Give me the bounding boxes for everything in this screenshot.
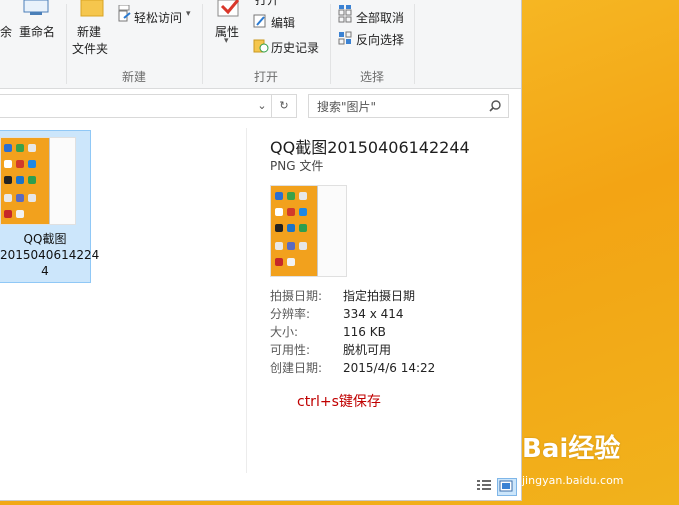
explorer-window: 余 重命名 新建 文件夹 轻松访问 ▾ 新建 属性 ▾ 打开 编辑 历史记录 打… — [0, 0, 522, 501]
file-thumbnail — [0, 137, 76, 225]
search-box[interactable]: 搜索"图片" — [308, 94, 509, 118]
details-view-button[interactable] — [476, 478, 494, 494]
delete-button[interactable]: 余 — [0, 23, 12, 40]
watermark-url: jingyan.baidu.com — [522, 474, 624, 487]
preview-divider — [246, 128, 247, 473]
chevron-down-icon[interactable]: ▾ — [186, 9, 191, 19]
search-icon[interactable] — [489, 100, 501, 112]
open-button[interactable]: 打开 — [255, 0, 279, 8]
rename-icon — [22, 0, 50, 19]
easy-access-icon — [118, 9, 132, 26]
preview-file-type: PNG 文件 — [270, 159, 324, 173]
large-icons-view-icon — [499, 480, 513, 492]
easy-access-button[interactable]: 轻松访问 — [134, 9, 182, 26]
properties-icon — [216, 0, 242, 23]
file-name: QQ截图 2015040614224 4 — [0, 232, 100, 278]
edit-icon — [253, 14, 267, 31]
new-folder-icon — [79, 0, 105, 21]
chevron-down-icon: ⌄ — [257, 99, 267, 112]
details-view-icon — [477, 480, 491, 490]
search-input[interactable]: 搜索"图片" — [317, 98, 376, 115]
group-new-label: 新建 — [121, 70, 146, 84]
preview-title: QQ截图20150406142244 — [270, 138, 470, 157]
ribbon-separator — [414, 4, 415, 84]
ribbon: 余 重命名 新建 文件夹 轻松访问 ▾ 新建 属性 ▾ 打开 编辑 历史记录 打… — [0, 0, 521, 89]
history-icon — [253, 39, 269, 56]
rename-button[interactable]: 重命名 — [19, 23, 55, 40]
invert-selection-button[interactable]: 反向选择 — [356, 31, 404, 48]
file-item-selected[interactable]: QQ截图 2015040614224 4 — [0, 130, 100, 283]
baidu-jingyan-logo: Bai经验 — [522, 434, 621, 464]
group-open-label: 打开 — [253, 70, 278, 84]
preview-thumbnail — [270, 185, 347, 277]
refresh-icon: ↻ — [279, 99, 289, 112]
group-select-label: 选择 — [359, 70, 384, 84]
new-folder-label-1[interactable]: 新建 — [77, 23, 101, 40]
large-icons-view-button[interactable] — [497, 478, 517, 496]
select-none-button[interactable]: 全部取消 — [356, 9, 404, 26]
invert-selection-icon — [338, 31, 352, 48]
edit-button[interactable]: 编辑 — [271, 14, 295, 31]
annotation-note: ctrl+s键保存 — [297, 394, 381, 410]
refresh-button[interactable]: ↻ — [271, 94, 297, 118]
select-none-icon — [338, 9, 352, 26]
history-button[interactable]: 历史记录 — [271, 39, 319, 56]
chevron-down-icon[interactable]: ▾ — [224, 36, 229, 46]
address-bar[interactable] — [0, 94, 269, 118]
new-folder-label-2[interactable]: 文件夹 — [72, 40, 108, 57]
